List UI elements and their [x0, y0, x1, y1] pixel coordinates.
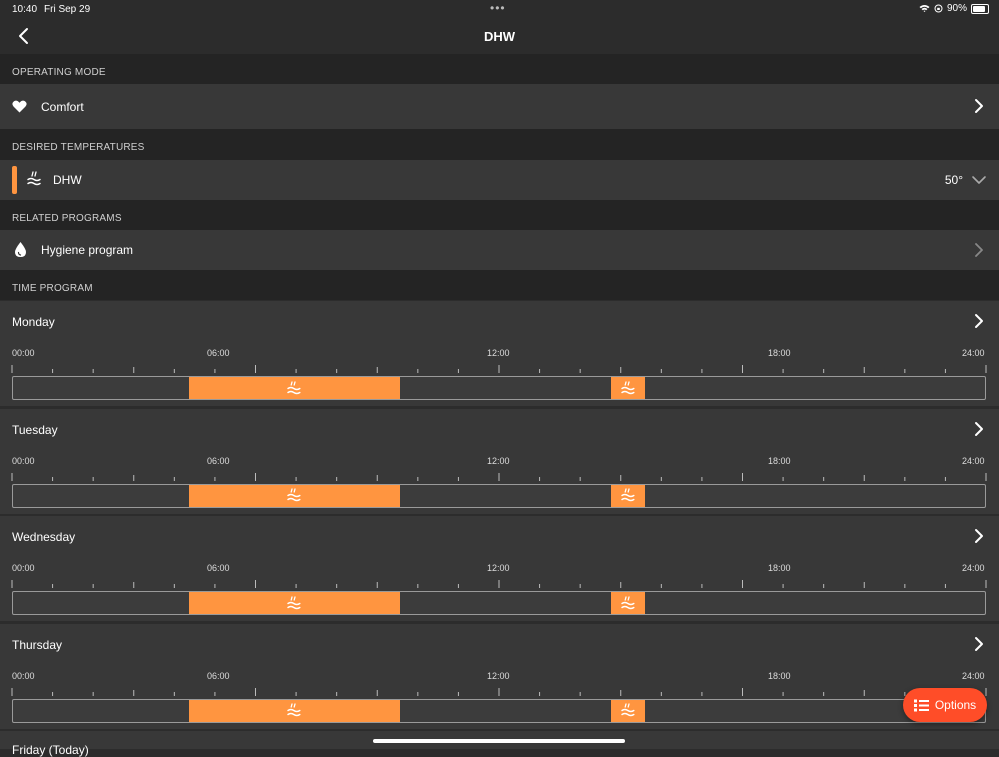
- hot-water-icon: [286, 488, 302, 503]
- day-name: Tuesday: [12, 422, 58, 437]
- hour-label: 12:00: [487, 670, 510, 681]
- heating-segment[interactable]: [188, 484, 400, 507]
- hour-label: 06:00: [207, 348, 230, 358]
- hour-label: 00:00: [12, 455, 35, 466]
- day-row-monday[interactable]: Monday 00:00 06:00 12:00 18:00 24:00: [0, 301, 999, 406]
- status-time: 10:40: [12, 4, 38, 15]
- home-indicator[interactable]: [373, 739, 625, 743]
- hour-label: 00:00: [12, 348, 35, 358]
- options-button[interactable]: Options: [903, 688, 987, 722]
- section-header-desired-temperatures: DESIRED TEMPERATURES: [0, 129, 999, 160]
- dhw-label: DHW: [53, 173, 82, 187]
- time-bar[interactable]: [12, 376, 986, 400]
- battery-icon: [971, 3, 989, 14]
- hour-label: 24:00: [962, 563, 985, 573]
- section-header-label: RELATED PROGRAMS: [12, 213, 122, 224]
- day-row-tuesday[interactable]: Tuesday 00:00 06:00 12:00 18:00 24:00: [0, 408, 999, 514]
- chevron-right-icon[interactable]: [973, 242, 985, 258]
- day-row-wednesday[interactable]: Wednesday 00:00 06:00 12:00 18:00 24:00: [0, 516, 999, 621]
- chevron-right-icon[interactable]: [973, 313, 985, 329]
- heating-segment[interactable]: [610, 592, 646, 614]
- battery-percent: 90%: [946, 3, 967, 14]
- water-drop-icon: [15, 242, 26, 257]
- hot-water-icon: [620, 703, 636, 718]
- section-header-related-programs: RELATED PROGRAMS: [0, 200, 999, 230]
- hot-water-icon: [620, 488, 636, 503]
- operating-mode-row[interactable]: Comfort: [0, 84, 999, 129]
- page-title: DHW: [483, 29, 516, 44]
- day-name: Thursday: [12, 637, 63, 652]
- hygiene-program-label: Hygiene program: [41, 243, 134, 257]
- heating-segment[interactable]: [610, 377, 646, 399]
- day-row-thursday[interactable]: Thursday 00:00 06:00 12:00 18:00 24:00: [0, 623, 999, 729]
- hour-label: 12:00: [487, 348, 510, 358]
- dhw-temperature-row[interactable]: DHW 50°: [0, 160, 999, 200]
- hour-label: 24:00: [962, 670, 985, 681]
- wifi-icon: [919, 5, 930, 12]
- section-header-label: OPERATING MODE: [12, 67, 106, 78]
- day-name: Monday: [12, 315, 55, 329]
- hour-label: 24:00: [962, 455, 985, 466]
- day-name: Friday (Today): [12, 743, 89, 757]
- dhw-color-indicator: [12, 166, 17, 194]
- hour-label: 00:00: [12, 563, 35, 573]
- options-label: Options: [934, 698, 977, 712]
- chevron-right-icon[interactable]: [973, 528, 985, 544]
- hour-label: 18:00: [768, 670, 791, 681]
- time-ticks: [11, 472, 987, 481]
- time-ticks: [11, 365, 987, 373]
- dhw-temperature-value: 50°: [944, 173, 963, 187]
- heating-segment[interactable]: [188, 377, 400, 399]
- hour-label: 24:00: [962, 348, 985, 358]
- multitasking-dots-icon[interactable]: •••: [490, 1, 506, 15]
- hour-label: 18:00: [768, 563, 791, 573]
- hot-water-icon: [27, 171, 41, 186]
- chevron-right-icon[interactable]: [973, 421, 985, 437]
- heating-segment[interactable]: [610, 484, 646, 507]
- hour-label: 06:00: [207, 563, 230, 573]
- hot-water-icon: [286, 703, 302, 718]
- hot-water-icon: [286, 380, 302, 396]
- hygiene-program-row[interactable]: Hygiene program: [0, 230, 999, 270]
- section-header-label: DESIRED TEMPERATURES: [12, 142, 145, 153]
- hot-water-icon: [620, 595, 636, 611]
- section-header-time-program: TIME PROGRAM: [0, 270, 999, 300]
- heart-icon: [12, 100, 27, 113]
- hour-label: 00:00: [12, 670, 35, 681]
- time-bar[interactable]: [12, 483, 986, 508]
- status-right: 90%: [919, 3, 989, 14]
- status-bar: 10:40 Fri Sep 29 ••• 90%: [0, 0, 999, 18]
- chevron-right-icon[interactable]: [973, 98, 985, 114]
- status-date: Fri Sep 29: [44, 4, 91, 15]
- heating-segment[interactable]: [188, 699, 400, 722]
- chevron-right-icon[interactable]: [973, 636, 985, 652]
- list-icon: [913, 699, 929, 711]
- time-bar[interactable]: [12, 698, 986, 723]
- section-header-operating-mode: OPERATING MODE: [0, 54, 999, 84]
- time-ticks: [11, 580, 987, 588]
- hour-label: 18:00: [768, 348, 791, 358]
- day-name: Wednesday: [12, 530, 76, 544]
- hot-water-icon: [286, 595, 302, 611]
- hour-label: 06:00: [207, 455, 230, 466]
- operating-mode-value: Comfort: [41, 100, 84, 114]
- orientation-lock-icon: [934, 4, 943, 13]
- hour-label: 12:00: [487, 455, 510, 466]
- time-bar[interactable]: [12, 591, 986, 615]
- hour-label: 12:00: [487, 563, 510, 573]
- heating-segment[interactable]: [188, 592, 400, 614]
- hour-label: 18:00: [768, 455, 791, 466]
- section-header-label: TIME PROGRAM: [12, 283, 93, 294]
- chevron-down-icon[interactable]: [971, 174, 987, 185]
- hour-label: 06:00: [207, 670, 230, 681]
- hot-water-icon: [620, 380, 636, 396]
- time-ticks: [11, 687, 987, 696]
- heating-segment[interactable]: [610, 699, 646, 722]
- navigation-bar: DHW: [0, 18, 999, 54]
